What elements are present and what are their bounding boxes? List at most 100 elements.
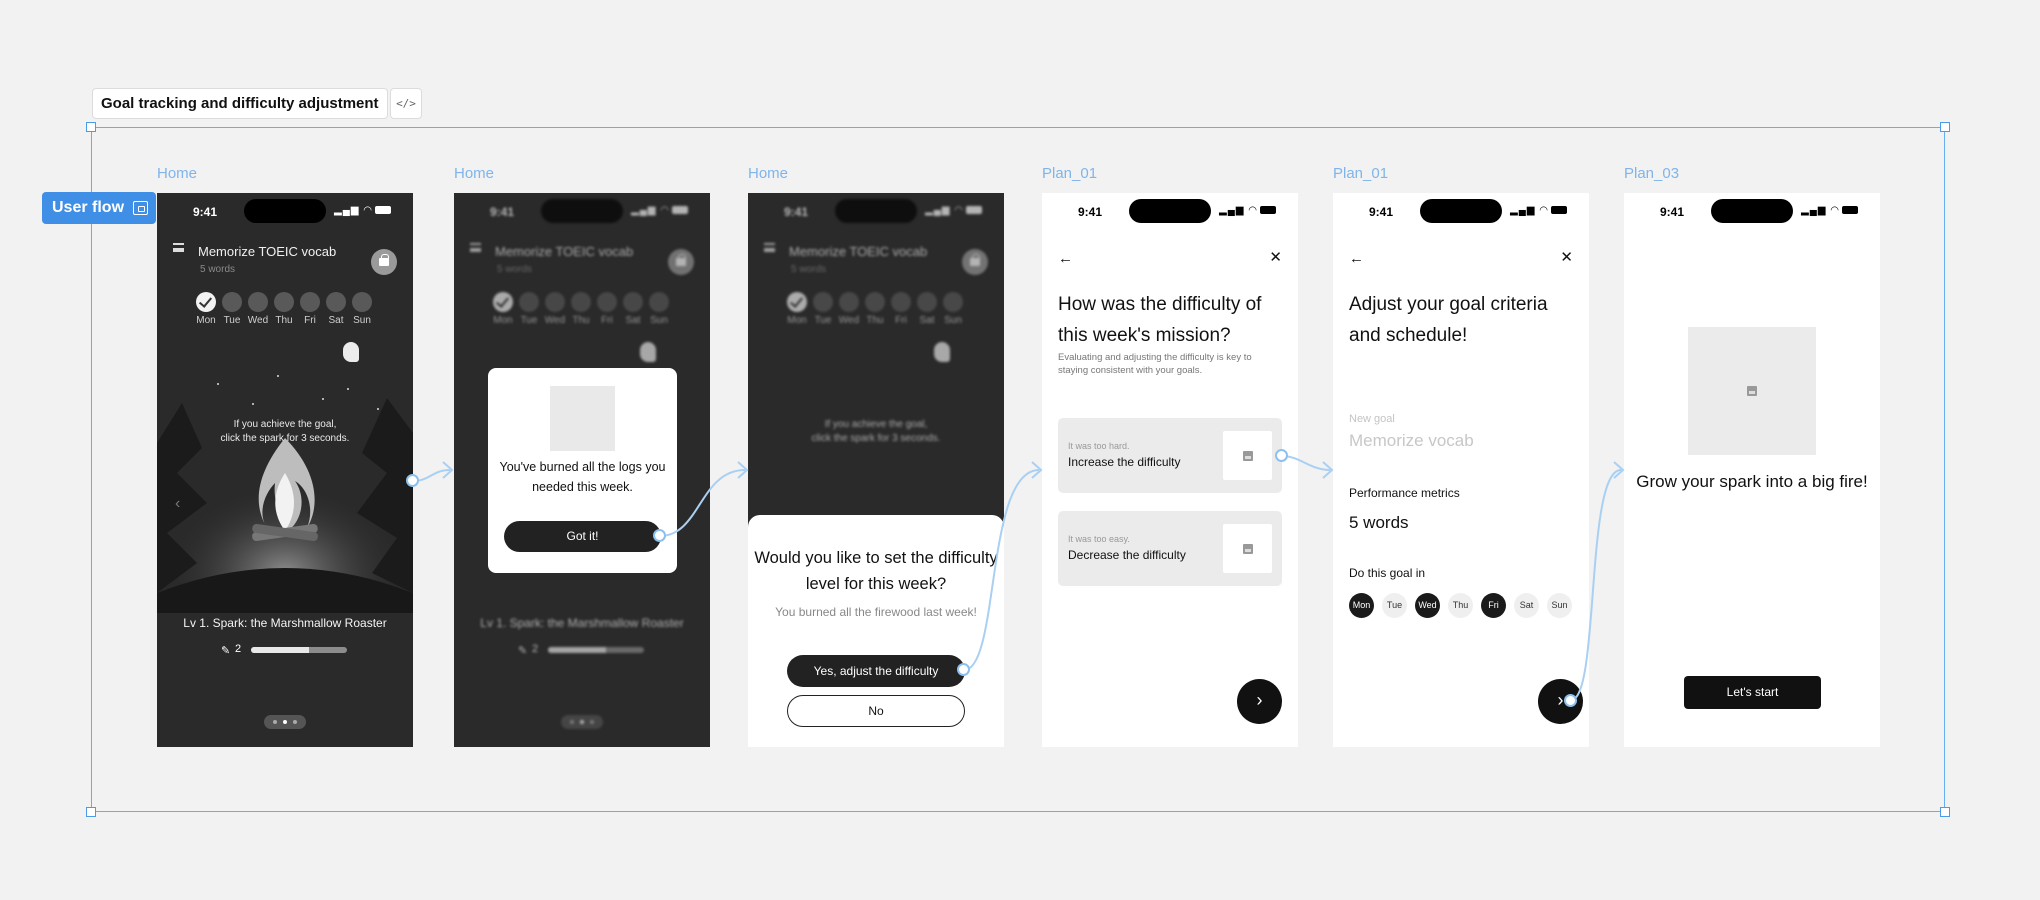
log-icon: ✎ xyxy=(518,645,528,657)
connector-node[interactable] xyxy=(1564,694,1577,707)
dynamic-island xyxy=(541,199,623,223)
day-label: Wed xyxy=(544,315,566,326)
frame-label-6[interactable]: Plan_03 xyxy=(1624,165,1679,182)
day-chip-mon[interactable]: Mon xyxy=(1349,593,1374,618)
new-goal-input[interactable]: Memorize vocab xyxy=(1349,431,1474,451)
day-circle xyxy=(300,292,320,312)
day-label: Sun xyxy=(650,315,668,326)
frame-label-5[interactable]: Plan_01 xyxy=(1333,165,1388,182)
level-title: Lv 1. Spark: the Marshmallow Roaster xyxy=(183,616,387,630)
week-tracker: Mon Tue Wed Thu Fri Sat Sun xyxy=(195,292,385,332)
menu-icon[interactable] xyxy=(173,243,184,252)
got-it-button[interactable]: Got it! xyxy=(504,521,661,552)
star xyxy=(377,408,379,410)
modal-message: You've burned all the logs you needed th… xyxy=(499,460,666,494)
day-chip-tue[interactable]: Tue xyxy=(1382,593,1407,618)
adjust-difficulty-button[interactable]: Yes, adjust the difficulty xyxy=(787,655,965,687)
week-tracker: Mon Tue Wed Thu Fri Sat Sun xyxy=(492,292,682,332)
chevron-left-icon[interactable]: ‹ xyxy=(175,495,180,513)
day-circle xyxy=(248,292,268,312)
back-arrow-icon[interactable]: ← xyxy=(1058,250,1073,267)
decrease-difficulty-option[interactable]: It was too easy. Decrease the difficulty xyxy=(1058,511,1282,586)
page-title: Adjust your goal criteria and schedule! xyxy=(1349,294,1548,346)
frame-label-1[interactable]: Home xyxy=(157,165,197,182)
day-wed: Wed xyxy=(247,292,269,326)
progress-fill xyxy=(251,647,309,653)
status-icons: ▂▄▆ ◠ xyxy=(1801,205,1858,216)
image-icon xyxy=(1242,543,1253,554)
resize-handle-tl[interactable] xyxy=(86,122,96,132)
back-arrow-icon[interactable]: ← xyxy=(1349,250,1364,267)
log-icon: ✎ xyxy=(221,645,231,657)
metrics-label: Performance metrics xyxy=(1349,486,1460,500)
dynamic-island xyxy=(1129,199,1211,223)
day-label: Mon xyxy=(493,315,513,326)
day-label: Tue xyxy=(520,315,538,326)
day-label: Wed xyxy=(838,315,860,326)
menu-icon xyxy=(470,243,481,252)
status-time: 9:41 xyxy=(1660,205,1685,219)
day-label: Mon xyxy=(196,315,216,326)
day-circle xyxy=(326,292,346,312)
hint-line-2: click the spark for 3 seconds. xyxy=(811,433,941,444)
star xyxy=(277,375,279,377)
log-count: 2 xyxy=(532,643,539,655)
connector-node[interactable] xyxy=(653,529,666,542)
day-chip-sun[interactable]: Sun xyxy=(1547,593,1572,618)
day-chip-thu[interactable]: Thu xyxy=(1448,593,1473,618)
increase-difficulty-option[interactable]: It was too hard. Increase the difficulty xyxy=(1058,418,1282,493)
forest-illustration xyxy=(157,398,413,628)
hint-line-1: If you achieve the goal, xyxy=(233,419,337,430)
progress-bar xyxy=(251,647,347,653)
day-circle xyxy=(274,292,294,312)
frame-label-3[interactable]: Home xyxy=(748,165,788,182)
day-selector: Mon Tue Wed Thu Fri Sat Sun xyxy=(1349,593,1581,619)
new-goal-label: New goal xyxy=(1349,413,1395,425)
connector-node[interactable] xyxy=(406,474,419,487)
phone-plan03: 9:41 ▂▄▆ ◠ Grow your spark into a big fi… xyxy=(1624,193,1880,747)
day-label: Fri xyxy=(601,315,613,326)
page-indicator xyxy=(561,715,603,729)
logs-complete-modal: You've burned all the logs you needed th… xyxy=(488,368,677,573)
code-view-button[interactable]: </> xyxy=(390,88,422,119)
resize-handle-tr[interactable] xyxy=(1940,122,1950,132)
option-label: It was too easy. xyxy=(1068,534,1130,544)
close-icon[interactable]: ✕ xyxy=(1269,248,1282,266)
page-title: How was the difficulty of this week's mi… xyxy=(1058,294,1262,346)
image-icon xyxy=(1242,450,1253,461)
lock-icon[interactable] xyxy=(371,249,397,275)
goal-subtitle: 5 words xyxy=(497,264,533,275)
connector-node[interactable] xyxy=(1275,449,1288,462)
status-icons: ▂▄▆ ◠ xyxy=(334,205,391,216)
spirit-icon xyxy=(640,342,656,362)
dynamic-island xyxy=(835,199,917,223)
lets-start-button[interactable]: Let's start xyxy=(1684,676,1821,709)
resize-handle-br[interactable] xyxy=(1940,807,1950,817)
wifi-icon: ◠ xyxy=(363,205,373,216)
dynamic-island xyxy=(1420,199,1502,223)
resize-handle-bl[interactable] xyxy=(86,807,96,817)
frame-label-2[interactable]: Home xyxy=(454,165,494,182)
frame-label-4[interactable]: Plan_01 xyxy=(1042,165,1097,182)
dynamic-island xyxy=(1711,199,1793,223)
status-icons: ▂▄▆ ◠ xyxy=(1510,205,1567,216)
spark-hint: If you achieve the goal, click the spark … xyxy=(157,418,413,446)
battery-icon xyxy=(1842,206,1858,215)
no-button[interactable]: No xyxy=(787,695,965,727)
close-icon[interactable]: ✕ xyxy=(1560,248,1573,266)
day-chip-fri[interactable]: Fri xyxy=(1481,593,1506,618)
star xyxy=(347,388,349,390)
spark-title: Grow your spark into a big fire! xyxy=(1636,472,1868,491)
section-title[interactable]: Goal tracking and difficulty adjustment xyxy=(92,88,388,119)
metrics-value[interactable]: 5 words xyxy=(1349,513,1409,533)
next-button[interactable]: › xyxy=(1237,679,1282,724)
day-chip-wed[interactable]: Wed xyxy=(1415,593,1440,618)
sheet-title: Would you like to set the difficulty lev… xyxy=(754,549,998,593)
campfire-scene: If you achieve the goal, click the spark … xyxy=(157,363,413,628)
connector-node[interactable] xyxy=(957,663,970,676)
status-time: 9:41 xyxy=(1078,205,1103,219)
day-chip-sat[interactable]: Sat xyxy=(1514,593,1539,618)
status-icons: ▂▄▆ ◠ xyxy=(1219,205,1276,216)
user-flow-tag[interactable]: User flow xyxy=(42,192,156,224)
page-indicator[interactable] xyxy=(264,715,306,729)
